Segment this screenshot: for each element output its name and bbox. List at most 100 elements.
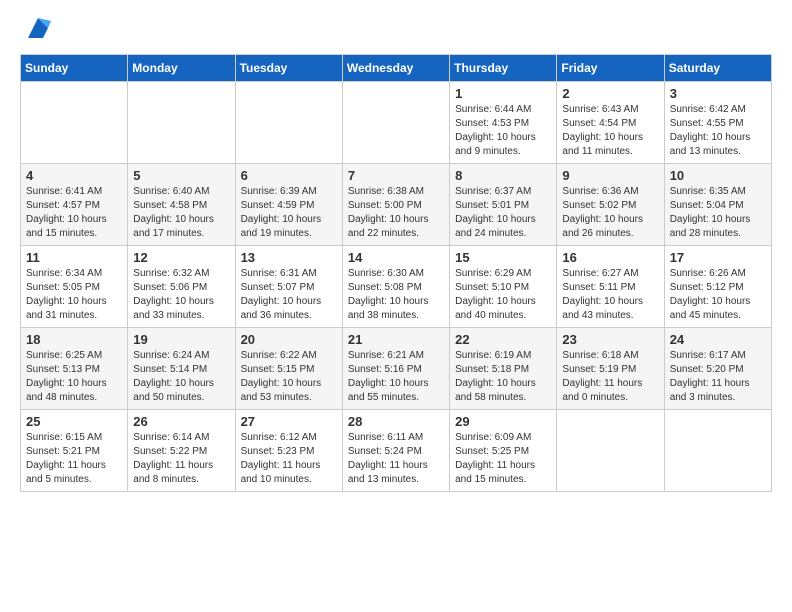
day-info: Sunrise: 6:27 AM Sunset: 5:11 PM Dayligh…: [562, 267, 658, 323]
calendar-cell: [664, 410, 771, 492]
day-number: 25: [26, 414, 122, 429]
calendar-cell: [21, 82, 128, 164]
day-info: Sunrise: 6:44 AM Sunset: 4:53 PM Dayligh…: [455, 103, 551, 159]
day-info: Sunrise: 6:42 AM Sunset: 4:55 PM Dayligh…: [670, 103, 766, 159]
calendar-cell: 21 Sunrise: 6:21 AM Sunset: 5:16 PM Dayli…: [342, 328, 449, 410]
calendar-cell: 25 Sunrise: 6:15 AM Sunset: 5:21 PM Dayli…: [21, 410, 128, 492]
calendar-week-5: 25 Sunrise: 6:15 AM Sunset: 5:21 PM Dayli…: [21, 410, 772, 492]
day-info: Sunrise: 6:24 AM Sunset: 5:14 PM Dayligh…: [133, 349, 229, 405]
day-info: Sunrise: 6:41 AM Sunset: 4:57 PM Dayligh…: [26, 185, 122, 241]
day-info: Sunrise: 6:38 AM Sunset: 5:00 PM Dayligh…: [348, 185, 444, 241]
day-number: 10: [670, 168, 766, 183]
calendar-cell: [235, 82, 342, 164]
day-number: 23: [562, 332, 658, 347]
calendar-cell: 29 Sunrise: 6:09 AM Sunset: 5:25 PM Dayli…: [450, 410, 557, 492]
calendar-cell: 15 Sunrise: 6:29 AM Sunset: 5:10 PM Dayli…: [450, 246, 557, 328]
calendar-cell: 27 Sunrise: 6:12 AM Sunset: 5:23 PM Dayli…: [235, 410, 342, 492]
day-number: 16: [562, 250, 658, 265]
calendar-cell: 24 Sunrise: 6:17 AM Sunset: 5:20 PM Dayli…: [664, 328, 771, 410]
day-number: 2: [562, 86, 658, 101]
calendar-week-1: 1 Sunrise: 6:44 AM Sunset: 4:53 PM Daylig…: [21, 82, 772, 164]
day-number: 11: [26, 250, 122, 265]
day-number: 13: [241, 250, 337, 265]
day-number: 15: [455, 250, 551, 265]
calendar-cell: [128, 82, 235, 164]
calendar-cell: 28 Sunrise: 6:11 AM Sunset: 5:24 PM Dayli…: [342, 410, 449, 492]
day-number: 1: [455, 86, 551, 101]
day-info: Sunrise: 6:19 AM Sunset: 5:18 PM Dayligh…: [455, 349, 551, 405]
calendar-cell: 18 Sunrise: 6:25 AM Sunset: 5:13 PM Dayli…: [21, 328, 128, 410]
calendar-cell: 22Sunrise: 6:19 AM Sunset: 5:18 PM Dayli…: [450, 328, 557, 410]
calendar-week-2: 4 Sunrise: 6:41 AM Sunset: 4:57 PM Daylig…: [21, 164, 772, 246]
calendar-cell: 2 Sunrise: 6:43 AM Sunset: 4:54 PM Daylig…: [557, 82, 664, 164]
day-info: Sunrise: 6:26 AM Sunset: 5:12 PM Dayligh…: [670, 267, 766, 323]
day-info: Sunrise: 6:34 AM Sunset: 5:05 PM Dayligh…: [26, 267, 122, 323]
day-number: 6: [241, 168, 337, 183]
calendar-cell: 14 Sunrise: 6:30 AM Sunset: 5:08 PM Dayli…: [342, 246, 449, 328]
day-number: 21: [348, 332, 444, 347]
day-info: Sunrise: 6:30 AM Sunset: 5:08 PM Dayligh…: [348, 267, 444, 323]
calendar-cell: 13 Sunrise: 6:31 AM Sunset: 5:07 PM Dayli…: [235, 246, 342, 328]
calendar-cell: [557, 410, 664, 492]
calendar-cell: 10 Sunrise: 6:35 AM Sunset: 5:04 PM Dayli…: [664, 164, 771, 246]
day-info: Sunrise: 6:11 AM Sunset: 5:24 PM Dayligh…: [348, 431, 444, 487]
calendar-cell: 8Sunrise: 6:37 AM Sunset: 5:01 PM Daylig…: [450, 164, 557, 246]
day-info: Sunrise: 6:29 AM Sunset: 5:10 PM Dayligh…: [455, 267, 551, 323]
day-number: 27: [241, 414, 337, 429]
day-number: 9: [562, 168, 658, 183]
logo-icon: [23, 13, 53, 43]
day-number: 24: [670, 332, 766, 347]
day-number: 12: [133, 250, 229, 265]
day-info: Sunrise: 6:21 AM Sunset: 5:16 PM Dayligh…: [348, 349, 444, 405]
weekday-header-wednesday: Wednesday: [342, 55, 449, 82]
calendar-cell: 19 Sunrise: 6:24 AM Sunset: 5:14 PM Dayli…: [128, 328, 235, 410]
day-info: Sunrise: 6:40 AM Sunset: 4:58 PM Dayligh…: [133, 185, 229, 241]
logo: [20, 20, 53, 44]
calendar-cell: 3 Sunrise: 6:42 AM Sunset: 4:55 PM Daylig…: [664, 82, 771, 164]
day-number: 5: [133, 168, 229, 183]
weekday-header-thursday: Thursday: [450, 55, 557, 82]
calendar-week-3: 11 Sunrise: 6:34 AM Sunset: 5:05 PM Dayli…: [21, 246, 772, 328]
day-info: Sunrise: 6:32 AM Sunset: 5:06 PM Dayligh…: [133, 267, 229, 323]
calendar-cell: 4 Sunrise: 6:41 AM Sunset: 4:57 PM Daylig…: [21, 164, 128, 246]
calendar-cell: 9 Sunrise: 6:36 AM Sunset: 5:02 PM Daylig…: [557, 164, 664, 246]
day-number: 17: [670, 250, 766, 265]
day-info: Sunrise: 6:43 AM Sunset: 4:54 PM Dayligh…: [562, 103, 658, 159]
weekday-header-saturday: Saturday: [664, 55, 771, 82]
calendar-cell: 16 Sunrise: 6:27 AM Sunset: 5:11 PM Dayli…: [557, 246, 664, 328]
day-number: 4: [26, 168, 122, 183]
day-info: Sunrise: 6:09 AM Sunset: 5:25 PM Dayligh…: [455, 431, 551, 487]
day-number: 29: [455, 414, 551, 429]
calendar-cell: 11 Sunrise: 6:34 AM Sunset: 5:05 PM Dayli…: [21, 246, 128, 328]
day-number: 14: [348, 250, 444, 265]
calendar-cell: 26Sunrise: 6:14 AM Sunset: 5:22 PM Dayli…: [128, 410, 235, 492]
calendar-cell: 7 Sunrise: 6:38 AM Sunset: 5:00 PM Daylig…: [342, 164, 449, 246]
day-info: Sunrise: 6:22 AM Sunset: 5:15 PM Dayligh…: [241, 349, 337, 405]
day-info: Sunrise: 6:17 AM Sunset: 5:20 PM Dayligh…: [670, 349, 766, 405]
day-number: 18: [26, 332, 122, 347]
day-info: Sunrise: 6:15 AM Sunset: 5:21 PM Dayligh…: [26, 431, 122, 487]
calendar-header-row: SundayMondayTuesdayWednesdayThursdayFrid…: [21, 55, 772, 82]
day-number: 3: [670, 86, 766, 101]
calendar-cell: 20 Sunrise: 6:22 AM Sunset: 5:15 PM Dayli…: [235, 328, 342, 410]
calendar-cell: 12 Sunrise: 6:32 AM Sunset: 5:06 PM Dayli…: [128, 246, 235, 328]
calendar-cell: 23 Sunrise: 6:18 AM Sunset: 5:19 PM Dayli…: [557, 328, 664, 410]
day-number: 19: [133, 332, 229, 347]
page-header: [20, 20, 772, 44]
calendar-cell: 1 Sunrise: 6:44 AM Sunset: 4:53 PM Daylig…: [450, 82, 557, 164]
weekday-header-tuesday: Tuesday: [235, 55, 342, 82]
calendar-table: SundayMondayTuesdayWednesdayThursdayFrid…: [20, 54, 772, 492]
calendar-cell: 5 Sunrise: 6:40 AM Sunset: 4:58 PM Daylig…: [128, 164, 235, 246]
day-info: Sunrise: 6:12 AM Sunset: 5:23 PM Dayligh…: [241, 431, 337, 487]
day-info: Sunrise: 6:36 AM Sunset: 5:02 PM Dayligh…: [562, 185, 658, 241]
day-number: 7: [348, 168, 444, 183]
day-number: 20: [241, 332, 337, 347]
day-info: Sunrise: 6:25 AM Sunset: 5:13 PM Dayligh…: [26, 349, 122, 405]
weekday-header-friday: Friday: [557, 55, 664, 82]
day-number: 26: [133, 414, 229, 429]
day-info: Sunrise: 6:31 AM Sunset: 5:07 PM Dayligh…: [241, 267, 337, 323]
day-info: Sunrise: 6:35 AM Sunset: 5:04 PM Dayligh…: [670, 185, 766, 241]
day-info: Sunrise: 6:18 AM Sunset: 5:19 PM Dayligh…: [562, 349, 658, 405]
day-info: Sunrise: 6:37 AM Sunset: 5:01 PM Dayligh…: [455, 185, 551, 241]
day-number: 28: [348, 414, 444, 429]
